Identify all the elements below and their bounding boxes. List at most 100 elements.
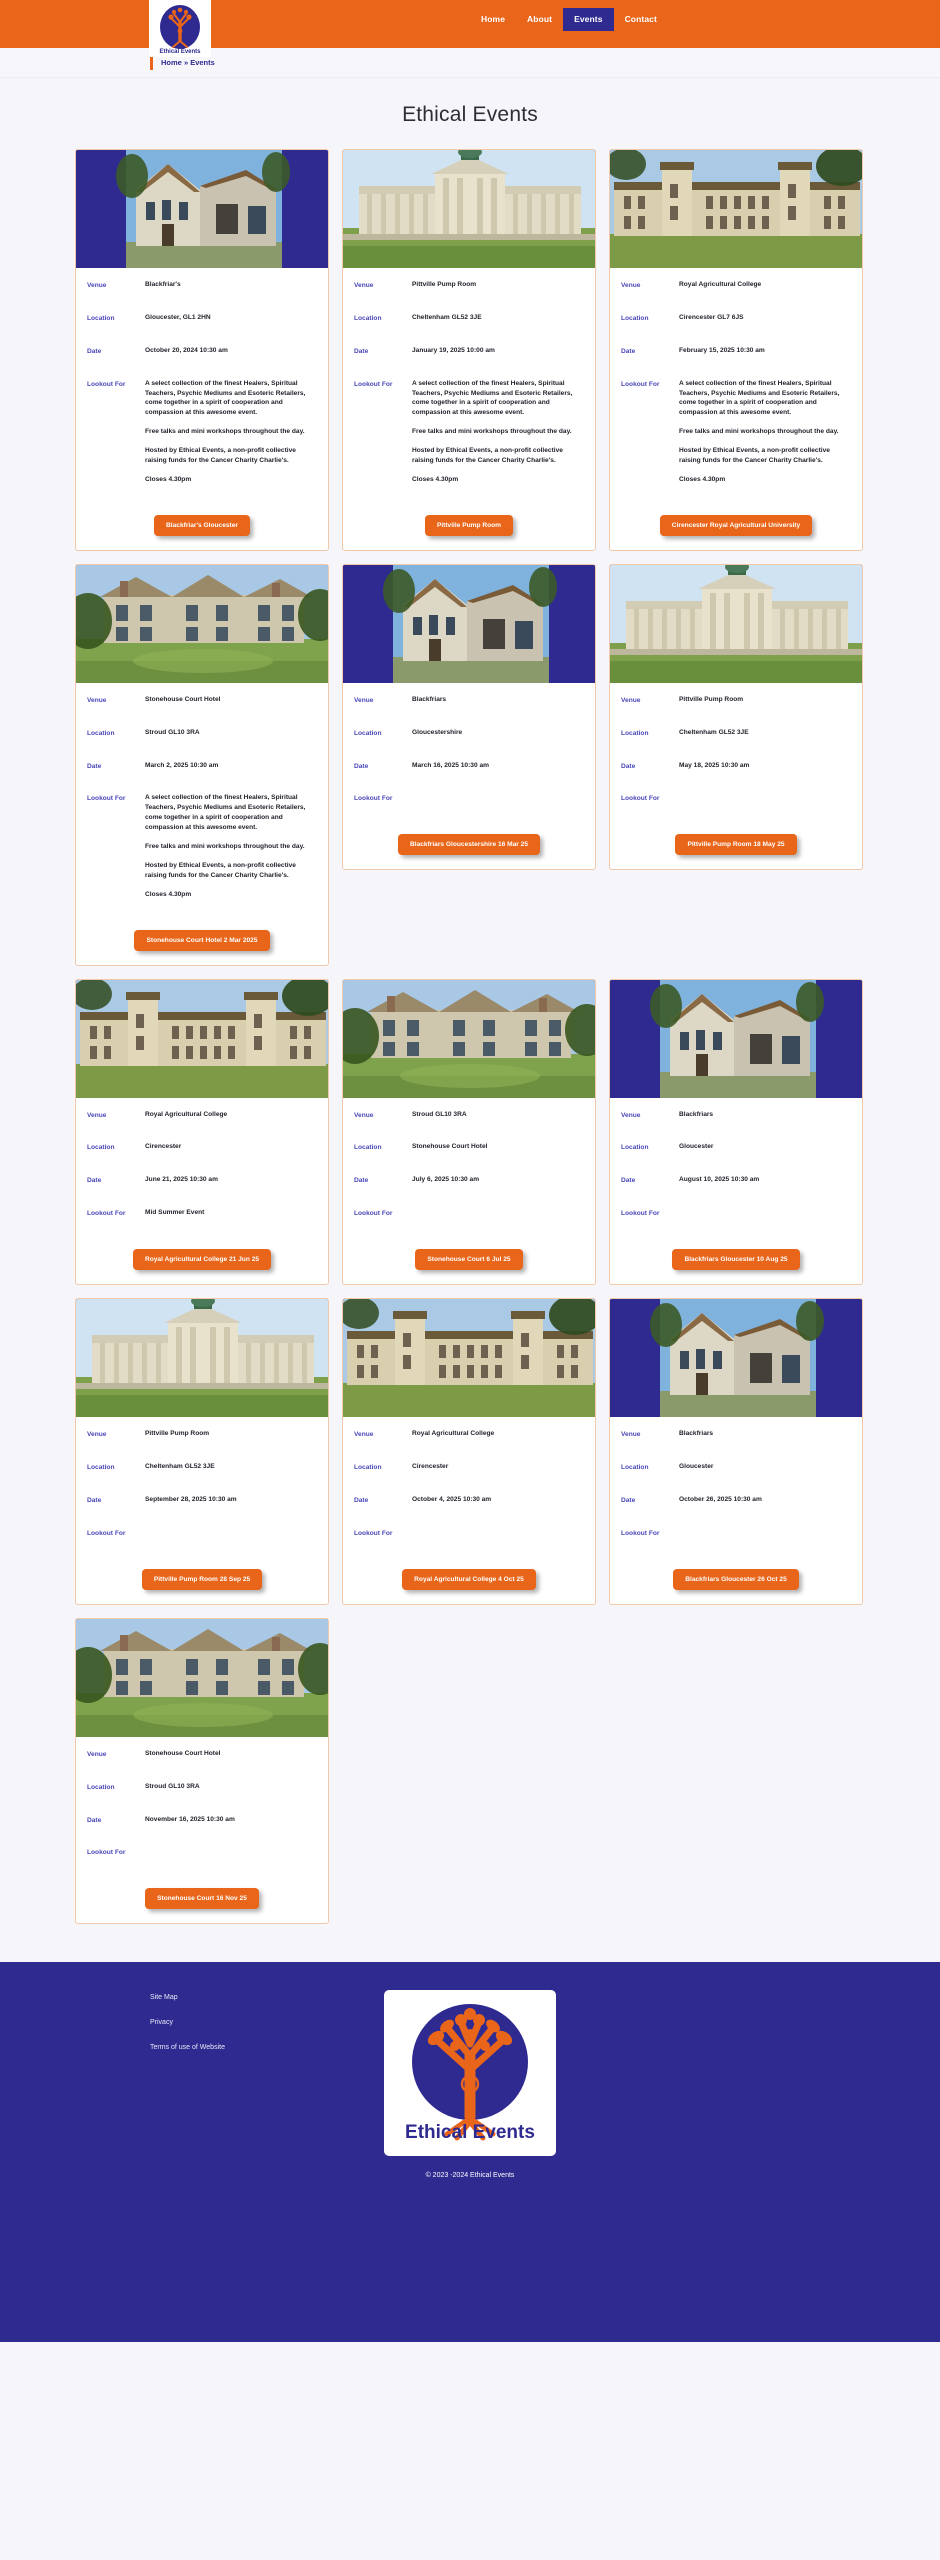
- event-field-label-venue: Venue: [87, 1111, 107, 1119]
- event-field-lookout_for: Lookout For Mid Summer Event: [87, 1208, 317, 1219]
- event-venue-value: Stonehouse Court Hotel: [145, 1749, 221, 1757]
- event-field-venue: Venue Pittville Pump Room: [87, 1429, 317, 1440]
- event-cta-button[interactable]: Stonehouse Court 6 Jul 25: [415, 1249, 523, 1271]
- event-field-label-venue: Venue: [87, 1431, 107, 1439]
- event-details: Venue Blackfriars Location Gloucester Date Au…: [610, 1098, 862, 1285]
- event-field-label-lookout_for: Lookout For: [87, 1849, 126, 1857]
- event-field-lookout_for: Lookout For: [621, 793, 851, 804]
- event-photo: [343, 979, 595, 1098]
- event-date-value: October 26, 2025 10:30 am: [679, 1495, 762, 1503]
- event-location-value: Cheltenham GL52 3JE: [412, 313, 482, 321]
- event-cta-button[interactable]: Blackfriars Gloucester 26 Oct 25: [673, 1568, 799, 1590]
- event-cta-button[interactable]: Pittville Pump Room 18 May 25: [675, 834, 797, 856]
- event-venue-value: Royal Agricultural College: [412, 1430, 495, 1438]
- svg-text:Ethical Events: Ethical Events: [159, 49, 201, 55]
- event-details: Venue Royal Agricultural College Location C…: [76, 1098, 328, 1285]
- nav-item-events[interactable]: Events: [563, 8, 614, 31]
- event-cta-button[interactable]: Cirencester Royal Agricultural Universit…: [659, 514, 813, 536]
- event-cta-button[interactable]: Royal Agricultural College 21 Jun 25: [132, 1249, 272, 1271]
- event-field-label-lookout_for: Lookout For: [621, 795, 660, 803]
- footer-link-site-map[interactable]: Site Map: [150, 1994, 225, 2001]
- event-field-label-date: Date: [87, 762, 102, 770]
- event-field-location: Location Gloucestershire: [354, 728, 584, 739]
- event-card[interactable]: Venue Blackfriars Location Gloucestershire D…: [342, 563, 596, 871]
- event-card[interactable]: Venue Stonehouse Court Hotel Location Strou…: [75, 1617, 329, 1925]
- event-cta-wrapper: Blackfriars Gloucestershire 16 Mar 25: [354, 818, 584, 856]
- event-card[interactable]: Venue Blackfriar's Location Gloucester, GL1…: [75, 149, 329, 551]
- event-venue-value: Blackfriars: [679, 1430, 714, 1438]
- event-field-label-location: Location: [621, 1464, 649, 1472]
- event-date-value: February 15, 2025 10:30 am: [679, 346, 765, 354]
- event-field-label-date: Date: [87, 347, 102, 355]
- event-field-lookout_for: Lookout For A select collection of the fi…: [87, 793, 317, 899]
- page-title: Ethical Events: [402, 103, 538, 126]
- event-details: Venue Blackfriar's Location Gloucester, GL1…: [76, 268, 328, 550]
- event-field-label-venue: Venue: [354, 696, 374, 704]
- event-field-venue: Venue Royal Agricultural College: [354, 1429, 584, 1440]
- event-photo: [343, 1299, 595, 1418]
- footer-logo[interactable]: Ethical Events: [384, 1990, 556, 2157]
- event-field-date: Date February 15, 2025 10:30 am: [621, 346, 851, 357]
- event-field-location: Location Cirencester: [354, 1462, 584, 1473]
- footer-link-privacy[interactable]: Privacy: [150, 2019, 225, 2026]
- event-date-value: July 6, 2025 10:30 am: [412, 1176, 480, 1184]
- event-photo: [76, 979, 328, 1098]
- event-card[interactable]: Venue Royal Agricultural College Location C…: [75, 978, 329, 1286]
- event-details: Venue Stonehouse Court Hotel Location Strou…: [76, 683, 328, 965]
- event-card[interactable]: Venue Royal Agricultural College Location C…: [609, 149, 863, 551]
- nav-item-about[interactable]: About: [516, 8, 563, 31]
- event-field-label-location: Location: [87, 729, 115, 737]
- event-cta-button[interactable]: Blackfriars Gloucester 10 Aug 25: [672, 1249, 800, 1271]
- footer-copyright: © 2023 -2024 Ethical Events: [425, 2172, 515, 2180]
- event-field-label-lookout_for: Lookout For: [87, 795, 126, 803]
- event-card[interactable]: Venue Stroud GL10 3RA Location Stonehouse C…: [342, 978, 596, 1286]
- site-logo[interactable]: Ethical Events: [149, 0, 211, 57]
- event-field-lookout_for: Lookout For: [621, 1528, 851, 1539]
- event-card[interactable]: Venue Stonehouse Court Hotel Location Strou…: [75, 563, 329, 966]
- event-cta-button[interactable]: Stonehouse Court 16 Nov 25: [145, 1888, 259, 1910]
- breadcrumb-link-home[interactable]: Home: [161, 58, 182, 67]
- event-field-date: Date August 10, 2025 10:30 am: [621, 1175, 851, 1186]
- event-field-label-lookout_for: Lookout For: [87, 1210, 126, 1218]
- event-details: Venue Blackfriars Location Gloucester Date Oc…: [610, 1417, 862, 1604]
- event-cta-wrapper: Pittville Pump Room: [354, 499, 584, 536]
- event-location-value: Gloucester, GL1 2HN: [145, 313, 211, 321]
- event-cta-wrapper: Cirencester Royal Agricultural Universit…: [621, 499, 851, 536]
- event-location-value: Gloucestershire: [412, 728, 463, 736]
- event-location-value: Gloucester: [679, 1463, 714, 1471]
- event-cta-button[interactable]: Blackfriars Gloucestershire 16 Mar 25: [397, 834, 541, 856]
- event-card[interactable]: Venue Pittville Pump Room Location Cheltenh…: [342, 149, 596, 551]
- event-cta-button[interactable]: Blackfriar's Gloucester: [154, 514, 250, 536]
- event-cta-wrapper: Stonehouse Court 6 Jul 25: [354, 1233, 584, 1271]
- event-cta-button[interactable]: Royal Agricultural College 4 Oct 25: [402, 1568, 536, 1590]
- event-cta-button[interactable]: Pittville Pump Room 28 Sep 25: [141, 1568, 263, 1590]
- event-card[interactable]: Venue Blackfriars Location Gloucester Date Au…: [609, 978, 863, 1286]
- event-card[interactable]: Venue Pittville Pump Room Location Cheltenh…: [75, 1298, 329, 1605]
- event-cta-wrapper: Blackfriars Gloucester 26 Oct 25: [621, 1553, 851, 1590]
- event-cta-wrapper: Royal Agricultural College 21 Jun 25: [87, 1233, 317, 1271]
- event-photo: [76, 1299, 328, 1418]
- event-field-location: Location Cheltenham GL52 3JE: [354, 313, 584, 324]
- event-cta-button[interactable]: Pittville Pump Room: [424, 514, 514, 536]
- event-photo: [610, 564, 862, 683]
- site-header: Ethical Events Home About Events Contact: [0, 0, 940, 57]
- event-location-value: Cirencester: [145, 1143, 182, 1151]
- event-cta-button[interactable]: Stonehouse Court Hotel 2 Mar 2025: [134, 929, 270, 951]
- footer-link-terms[interactable]: Terms of use of Website: [150, 2044, 225, 2051]
- event-field-date: Date June 21, 2025 10:30 am: [87, 1175, 317, 1186]
- event-card[interactable]: Venue Royal Agricultural College Location C…: [342, 1298, 596, 1605]
- event-field-label-venue: Venue: [354, 1431, 374, 1439]
- event-field-date: Date October 20, 2024 10:30 am: [87, 346, 317, 357]
- nav-item-home[interactable]: Home: [470, 8, 516, 31]
- event-field-label-date: Date: [621, 1496, 636, 1504]
- nav-item-contact[interactable]: Contact: [614, 8, 668, 31]
- event-field-label-location: Location: [621, 314, 649, 322]
- event-details: Venue Royal Agricultural College Location C…: [343, 1417, 595, 1604]
- event-card[interactable]: Venue Blackfriars Location Gloucester Date Oc…: [609, 1298, 863, 1605]
- footer-links: Site Map Privacy Terms of use of Website: [150, 1994, 225, 2051]
- event-field-venue: Venue Stonehouse Court Hotel: [87, 1749, 317, 1760]
- event-field-label-lookout_for: Lookout For: [621, 1210, 660, 1218]
- event-field-label-venue: Venue: [87, 1750, 107, 1758]
- event-card[interactable]: Venue Pittville Pump Room Location Cheltenh…: [609, 563, 863, 871]
- ethical-events-logo-icon: Ethical Events: [405, 2004, 535, 2143]
